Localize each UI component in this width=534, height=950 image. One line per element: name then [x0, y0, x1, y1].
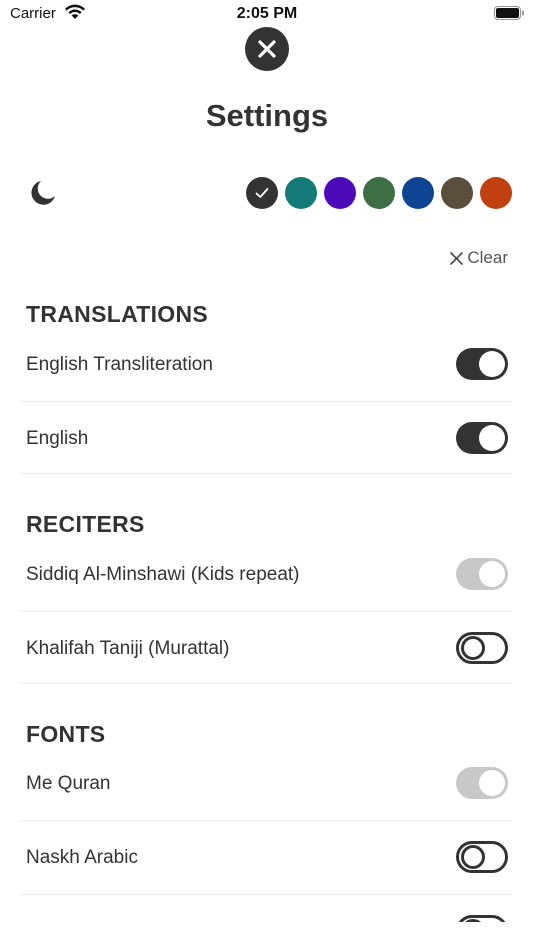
clear-label: Clear — [467, 248, 508, 267]
toggle-knob — [479, 770, 505, 796]
list-item-me-quran: Me Quran — [20, 747, 512, 821]
row-label: English — [26, 428, 89, 449]
row-label: English Transliteration — [26, 354, 213, 375]
section-header-reciters: RECITERS — [26, 511, 145, 537]
color-swatch-6[interactable] — [441, 177, 473, 209]
clear-button[interactable]: Clear — [449, 248, 508, 268]
toggle-knob — [479, 425, 505, 451]
section-header-fonts: FONTS — [26, 721, 106, 747]
list-item-naskh-arabic: Naskh Arabic — [20, 821, 512, 895]
row-label: Naskh Arabic — [26, 847, 138, 868]
toggle-knob — [461, 845, 485, 869]
color-swatch-2[interactable] — [285, 177, 317, 209]
moon-icon[interactable] — [28, 178, 58, 208]
toggle-knob — [479, 351, 505, 377]
color-swatch-1[interactable] — [246, 177, 278, 209]
toggle-switch[interactable] — [456, 767, 508, 799]
section-header-translations: TRANSLATIONS — [26, 301, 209, 327]
list-item-siddiq-al-minshawi: Siddiq Al-Minshawi (Kids repeat) — [20, 538, 512, 612]
divider — [20, 683, 512, 684]
divider — [20, 473, 512, 474]
status-bar: Carrier 2:05 PM — [0, 0, 534, 30]
toggle-switch[interactable] — [456, 558, 508, 590]
color-swatch-7[interactable] — [480, 177, 512, 209]
close-icon — [258, 40, 276, 58]
theme-color-picker — [246, 177, 512, 209]
close-button[interactable] — [245, 27, 289, 71]
page-title: Settings — [205, 98, 329, 133]
list-item-khalifah-taniji: Khalifah Taniji (Murattal) — [20, 612, 512, 686]
toggle-switch[interactable] — [456, 841, 508, 873]
list-item-english: English — [20, 402, 512, 476]
row-label: Siddiq Al-Minshawi (Kids repeat) — [26, 564, 300, 585]
toggle-knob — [479, 561, 505, 587]
toggle-switch[interactable] — [456, 422, 508, 454]
toggle-switch[interactable] — [456, 348, 508, 380]
x-icon — [450, 251, 464, 265]
status-time: 2:05 PM — [236, 5, 298, 22]
check-icon — [255, 188, 269, 198]
row-label: Khalifah Taniji (Murattal) — [26, 638, 230, 659]
battery-icon — [494, 6, 524, 20]
toggle-switch[interactable] — [456, 632, 508, 664]
color-swatch-3[interactable] — [324, 177, 356, 209]
bottom-fade — [0, 922, 534, 950]
row-label: Me Quran — [26, 773, 111, 794]
color-swatch-5[interactable] — [402, 177, 434, 209]
list-item-english-transliteration: English Transliteration — [20, 328, 512, 402]
color-swatch-4[interactable] — [363, 177, 395, 209]
toggle-knob — [461, 636, 485, 660]
